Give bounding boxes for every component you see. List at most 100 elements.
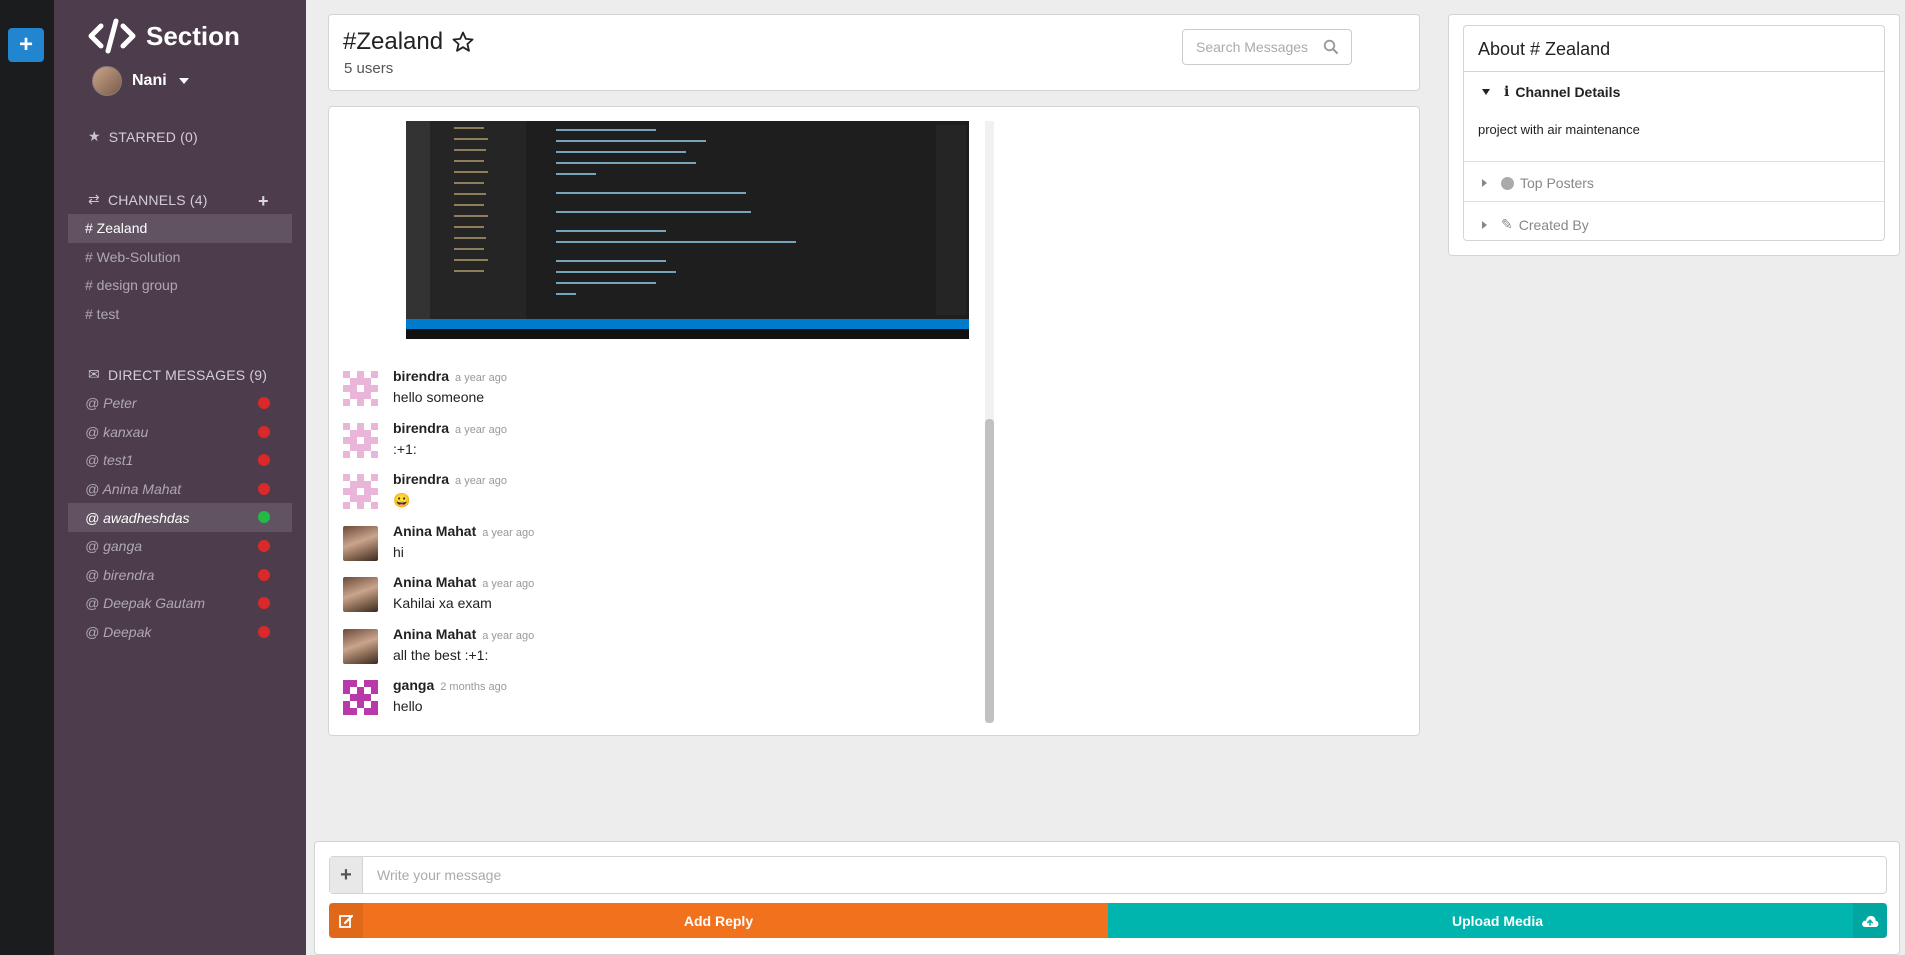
page-title: #Zealand [343,28,475,56]
brand: Section [88,16,240,56]
user-menu[interactable]: Nani [92,66,189,96]
message-time: a year ago [482,527,535,539]
editor-gutter [526,121,556,321]
online-status-dot [258,511,270,524]
dm-item[interactable]: @ kanxau [68,418,292,447]
message-input-group: + [329,856,1887,894]
dm-item[interactable]: @ Deepak [68,618,292,647]
author-name: birendra [393,420,450,436]
search-input[interactable]: Search Messages [1182,29,1352,65]
caret-down-icon [1482,89,1490,95]
message-author: Anina Mahat a year ago [393,523,534,539]
offline-status-dot [258,482,270,495]
author-name: Anina Mahat [393,626,477,642]
channel-item-test[interactable]: # test [68,300,292,329]
message-text: hi [393,544,404,560]
dm-item[interactable]: @ test1 [68,446,292,475]
workspace-rail: + [0,0,54,955]
channel-accordion: i Channel Details project with air maint… [1463,71,1885,241]
add-reply-button[interactable]: Add Reply [329,903,1108,938]
avatar [343,474,378,509]
dm-item-label: @ birendra [85,566,155,583]
avatar [343,526,378,561]
dm-list: @ Peter @ kanxau @ test1 @ Anina Mahat @… [68,389,292,646]
message-author: birendra a year ago [393,420,507,436]
channel-item-design-group[interactable]: # design group [68,271,292,300]
message-input[interactable] [363,858,1886,892]
message-panel: birendra a year ago hello someone birendr… [328,106,1420,736]
channel-item-zealand[interactable]: # Zealand [68,214,292,243]
channel-description: project with air maintenance [1478,122,1640,137]
dm-item[interactable]: @ awadheshdas [68,503,292,532]
brand-name: Section [146,20,240,51]
user-circle-icon [1501,176,1514,190]
dm-item-label: @ Peter [85,395,137,412]
dm-item[interactable]: @ Deepak Gautam [68,589,292,618]
message-item: Anina Mahat a year ago hi [343,523,963,573]
message-time: a year ago [455,424,507,436]
message-time: a year ago [455,372,507,384]
offline-status-dot [258,454,270,467]
scrollbar-thumb[interactable] [985,419,994,723]
channels-label: CHANNELS (4) [107,191,208,208]
code-screenshot-image[interactable] [406,121,969,339]
envelope-icon: ✉ [88,366,100,382]
avatar [92,66,122,96]
add-workspace-button[interactable]: + [8,28,44,62]
message-item: ganga 2 months ago hello [343,677,963,727]
channel-details-label: Channel Details [1515,84,1621,100]
channels-section: ⇄ CHANNELS (4) [88,191,208,208]
upload-media-label: Upload Media [1451,912,1543,929]
offline-status-dot [258,397,270,409]
message-author: ganga 2 months ago [393,677,507,693]
message-item: Anina Mahat a year ago all the best :+1: [343,626,963,676]
channel-item-web-solution[interactable]: # Web-Solution [68,243,292,272]
dm-label: DIRECT MESSAGES (9) [107,366,268,383]
info-icon: i [1504,84,1510,100]
message-time: a year ago [482,630,535,642]
cloud-upload-icon [1853,903,1887,938]
add-attachment-icon[interactable]: + [330,857,363,893]
scrollbar[interactable] [985,121,994,723]
dm-item[interactable]: @ ganga [68,532,292,561]
taskbar [406,329,969,339]
dm-item-label: @ Anina Mahat [85,481,182,498]
avatar [343,577,378,612]
dm-item[interactable]: @ birendra [68,561,292,590]
add-reply-label: Add Reply [683,912,754,929]
exchange-icon: ⇄ [88,191,100,207]
message-author: Anina Mahat a year ago [393,626,534,642]
channel-list: # Zealand # Web-Solution # design group … [68,214,292,328]
upload-media-button[interactable]: Upload Media [1108,903,1887,938]
avatar [343,371,378,406]
star-icon: ★ [88,128,101,144]
search-icon [1323,39,1338,54]
channel-title: #Zealand [343,28,444,55]
top-posters-header[interactable]: Top Posters [1482,175,1594,191]
message-author: birendra a year ago [393,368,507,384]
dm-item[interactable]: @ Anina Mahat [68,475,292,504]
message-author: Anina Mahat a year ago [393,574,534,590]
message-text: :+1: [393,441,417,457]
editor-minimap [936,125,966,315]
message-text: all the best :+1: [393,647,489,663]
message-composer: + Add Reply Upload Media [314,841,1900,955]
add-channel-icon[interactable]: + [258,191,269,212]
offline-status-dot [258,539,270,552]
divider [1464,201,1884,202]
caret-right-icon [1482,179,1487,187]
dm-item-label: @ test1 [85,452,134,469]
dm-item[interactable]: @ Peter [68,389,292,418]
channel-details-header[interactable]: i Channel Details [1482,84,1620,100]
author-name: birendra [393,368,450,384]
message-time: a year ago [455,475,507,487]
star-outline-icon[interactable] [451,30,475,54]
code-icon [88,18,136,54]
about-title: About # Zealand [1463,25,1885,71]
starred-section[interactable]: ★ STARRED (0) [88,128,198,145]
created-by-header[interactable]: ✎ Created By [1482,216,1589,233]
search-placeholder: Search Messages [1196,39,1309,55]
editor-file-tree [430,121,526,321]
created-by-label: Created By [1518,216,1589,233]
dm-item-label: @ awadheshdas [85,509,190,526]
